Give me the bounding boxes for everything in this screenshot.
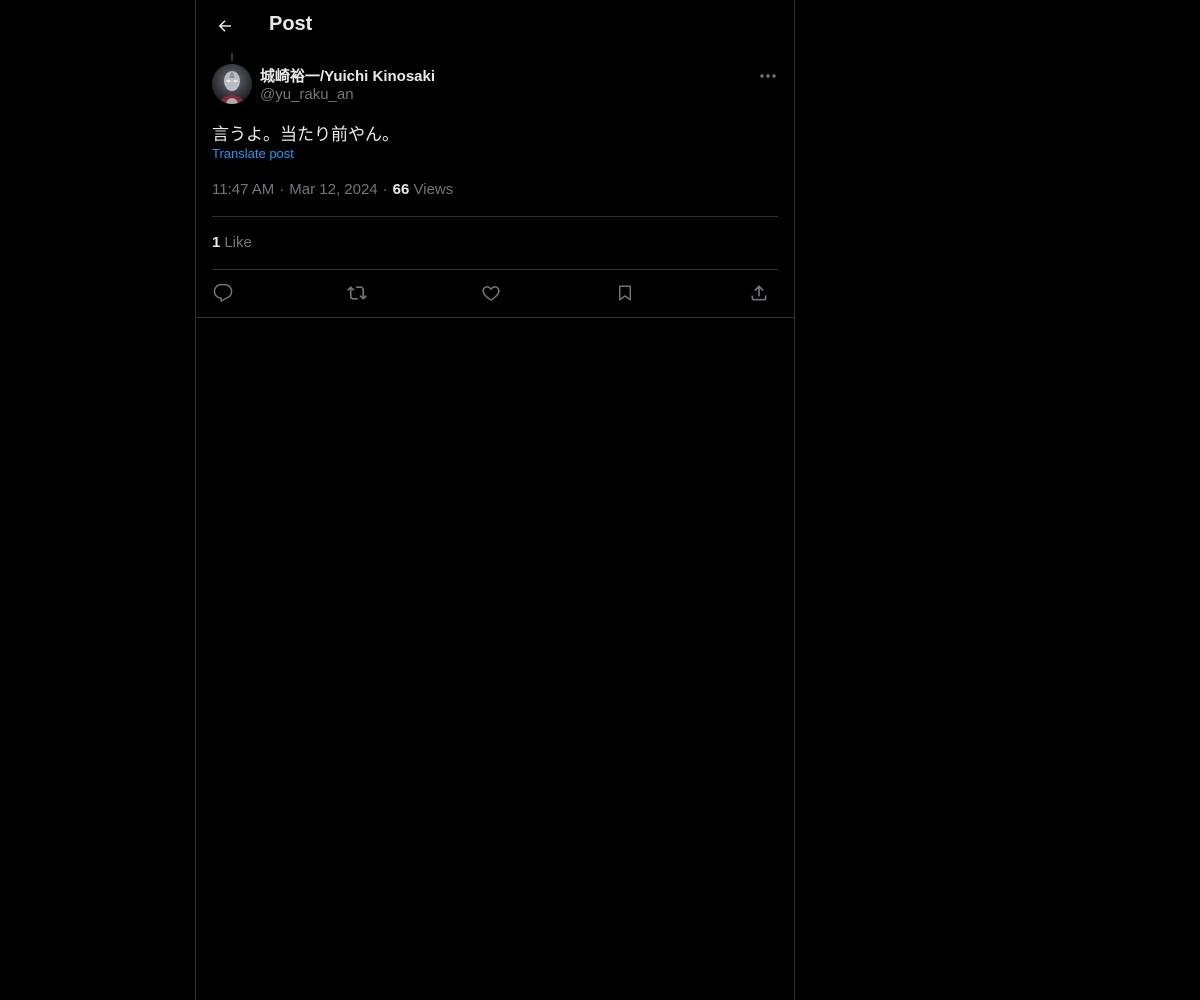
likes-label: Like [224,234,252,251]
author-handle[interactable]: @yu_raku_an [260,86,354,103]
post-bottom-border [196,317,794,318]
likes-count: 1 [212,234,221,251]
like-icon [482,286,500,301]
separator-dot: · [279,181,285,198]
translate-post-link[interactable]: Translate post [212,146,294,161]
reply-icon [213,283,233,302]
repost-icon [347,286,367,300]
bookmark-icon [619,285,631,301]
page-header: Post [196,0,794,53]
share-button[interactable] [744,278,774,308]
more-dots-icon [760,74,776,78]
views-count: 66 [392,181,410,198]
thread-connector-line [231,53,233,61]
post-meta: 11:47 AM · Mar 12, 2024 · 66 Views [212,181,453,198]
divider [212,269,778,270]
main-column: Post 城崎裕一/Yuichi Kinosaki @yu_raku_an 言う… [195,0,795,1000]
avatar[interactable] [212,64,252,104]
likes-summary[interactable]: 1 Like [212,234,252,251]
reply-button[interactable] [208,278,238,308]
separator-dot: · [382,181,388,198]
bookmark-button[interactable] [610,278,640,308]
post-date[interactable]: Mar 12, 2024 [289,181,377,198]
avatar-image [212,64,252,104]
page-title: Post [269,13,313,35]
post-time[interactable]: 11:47 AM [212,181,274,198]
post-text: 言うよ。当たり前やん。 [212,125,399,145]
divider [212,216,778,217]
like-button[interactable] [476,278,506,308]
repost-button[interactable] [342,278,372,308]
back-button[interactable] [208,9,242,43]
more-options-button[interactable] [756,66,780,86]
arrow-left-icon [218,20,231,32]
action-bar [212,278,778,308]
author-name[interactable]: 城崎裕一/Yuichi Kinosaki [260,65,435,86]
views-label: Views [413,181,454,198]
share-icon [751,285,767,301]
